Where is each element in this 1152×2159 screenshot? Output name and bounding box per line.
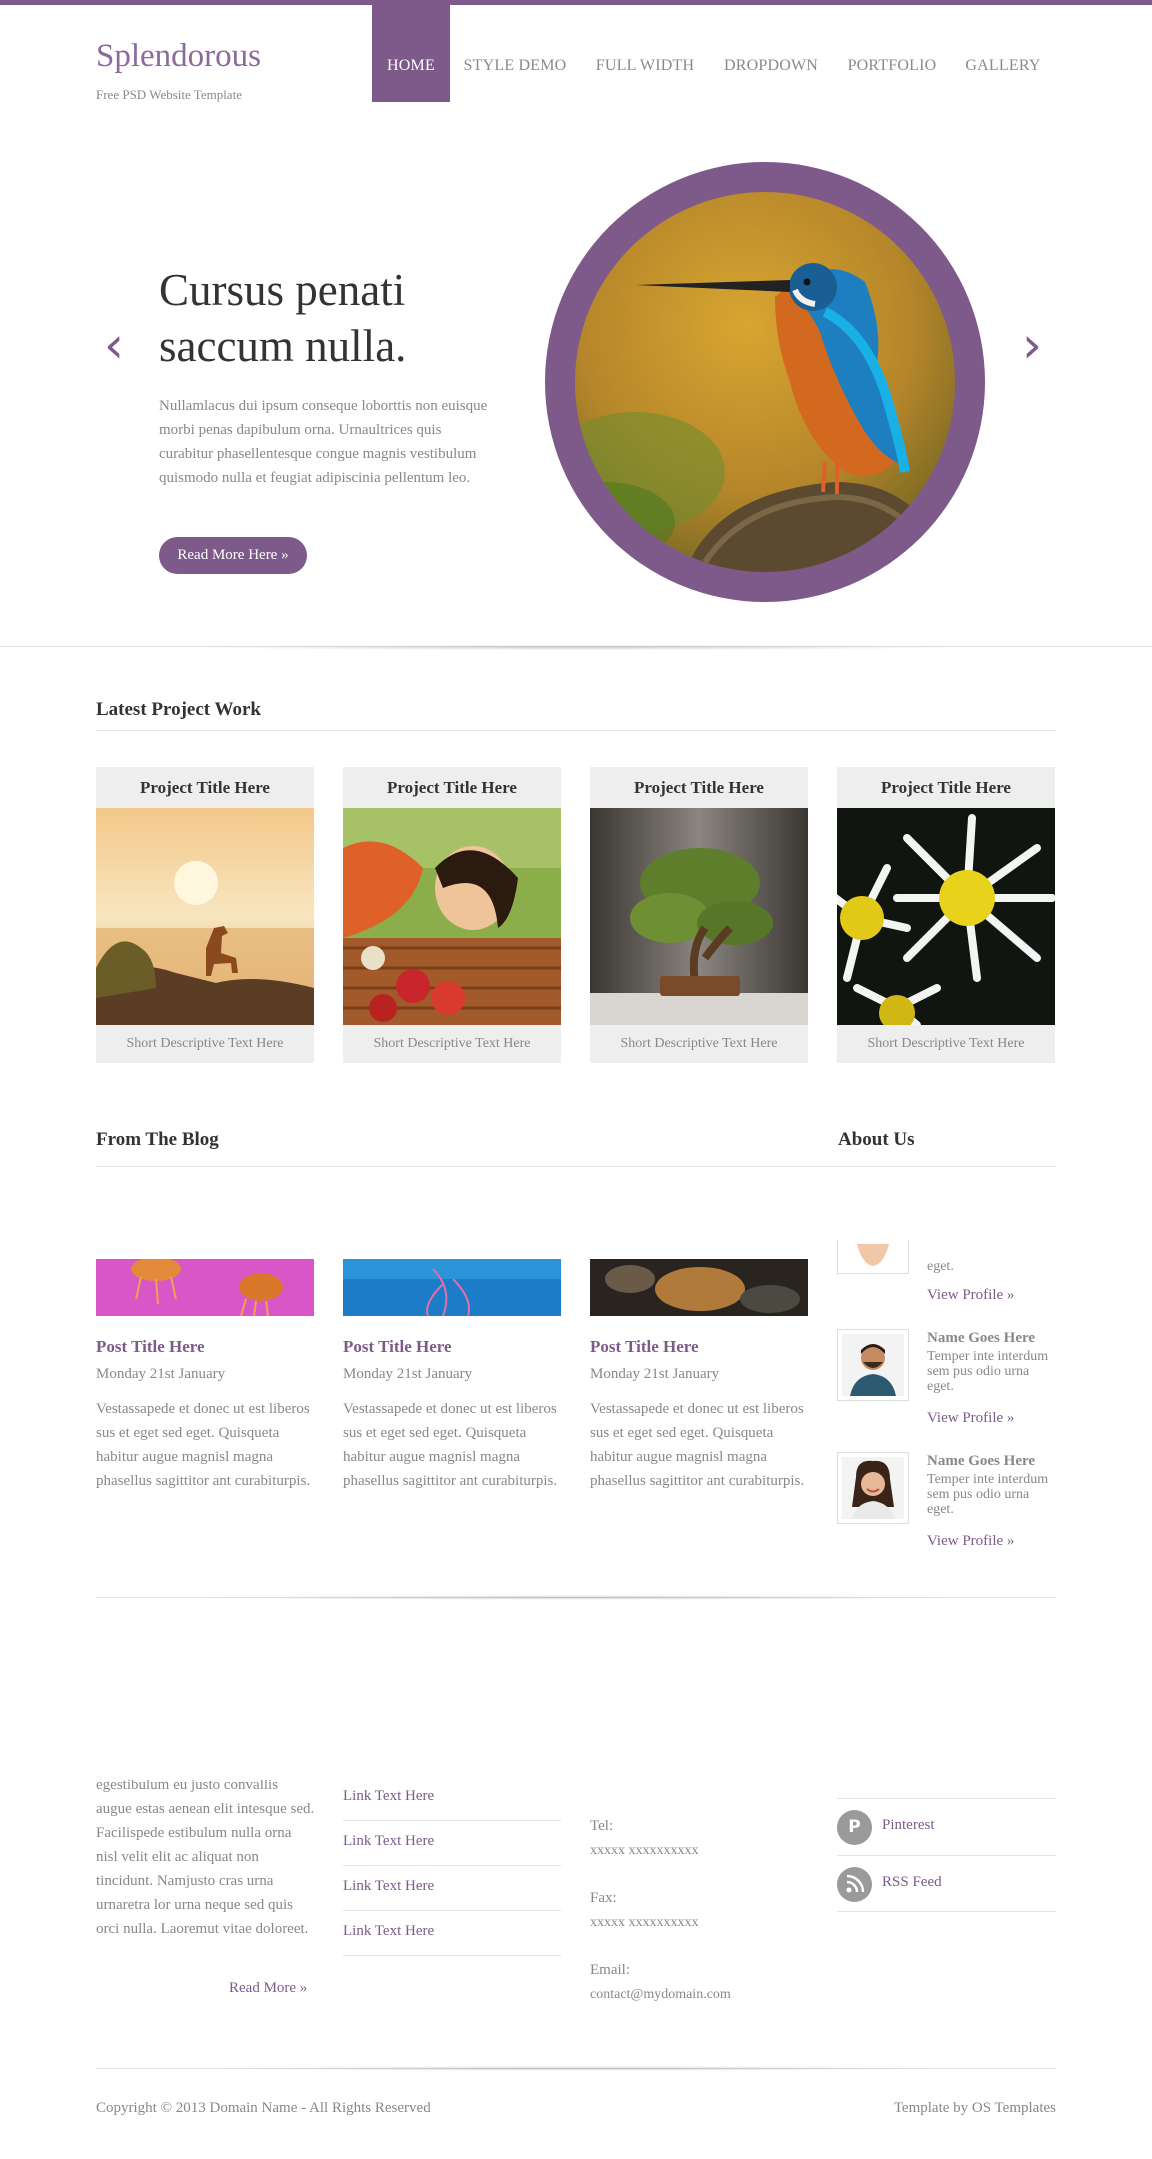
nav-portfolio[interactable]: PORTFOLIO	[843, 5, 941, 102]
contact-email-label: Email:	[590, 1962, 630, 1978]
projects-heading-rule	[96, 730, 1056, 731]
nav-full-width[interactable]: FULL WIDTH	[589, 5, 701, 102]
contact-tel-label: Tel:	[590, 1818, 614, 1834]
chevron-left-icon[interactable]: ‹	[104, 320, 124, 370]
nav-gallery[interactable]: GALLERY	[960, 5, 1046, 102]
member-text: sem pus odio urna	[927, 1364, 1030, 1379]
projects-heading: Latest Project Work	[96, 699, 261, 720]
footer-link[interactable]: Link Text Here	[343, 1776, 561, 1821]
nav-dropdown[interactable]: DROPDOWN	[717, 5, 825, 102]
template-credit[interactable]: Template by OS Templates	[883, 2100, 1056, 2117]
rss-icon[interactable]	[837, 1867, 872, 1902]
hero-image	[575, 192, 955, 572]
project-title[interactable]: Project Title Here	[837, 767, 1055, 808]
contact-tel-value: xxxxx xxxxxxxxxx	[590, 1843, 699, 1858]
footer-link[interactable]: Link Text Here	[343, 1866, 561, 1911]
post-excerpt: Vestassapede et donec ut est liberos sus…	[343, 1401, 558, 1489]
project-image-woman-apples[interactable]	[343, 808, 561, 1025]
nav-style-demo[interactable]: STYLE DEMO	[461, 5, 569, 102]
avatar[interactable]	[837, 1452, 909, 1524]
project-card[interactable]: Project Title Here Short Descriptive Tex…	[837, 767, 1055, 1063]
social-label[interactable]: Pinterest	[882, 1817, 935, 1834]
post-date: Monday 21st January	[96, 1366, 226, 1382]
project-image-daisies[interactable]	[837, 808, 1055, 1025]
member-text: eget.	[927, 1259, 954, 1274]
project-card[interactable]: Project Title Here Short Descriptive Tex…	[96, 767, 314, 1063]
pinterest-icon[interactable]: P	[837, 1810, 872, 1845]
project-image-sunset-dog[interactable]	[96, 808, 314, 1025]
view-profile-link[interactable]: View Profile »	[927, 1410, 1014, 1427]
post-date: Monday 21st January	[590, 1366, 720, 1382]
member-text: sem pus odio urna	[927, 1487, 1030, 1502]
footer-link[interactable]: Link Text Here	[343, 1911, 561, 1956]
footer-divider-shadow	[196, 2066, 956, 2071]
post-title[interactable]: Post Title Here	[343, 1337, 452, 1357]
project-desc: Short Descriptive Text Here	[373, 1036, 531, 1051]
hero-text: Nullamlacus dui ipsum conseque loborttis…	[159, 398, 488, 486]
project-desc: Short Descriptive Text Here	[126, 1036, 284, 1051]
project-desc: Short Descriptive Text Here	[867, 1036, 1025, 1051]
post-title[interactable]: Post Title Here	[590, 1337, 699, 1357]
post-excerpt: Vestassapede et donec ut est liberos sus…	[96, 1401, 311, 1489]
contact-fax-label: Fax:	[590, 1890, 617, 1906]
project-image-bonsai[interactable]	[590, 808, 808, 1025]
project-title[interactable]: Project Title Here	[343, 767, 561, 808]
contact-email-value[interactable]: contact@mydomain.com	[590, 1987, 731, 2003]
view-profile-link[interactable]: View Profile »	[927, 1287, 1014, 1304]
footer-read-more-link[interactable]: Read More »	[229, 1980, 307, 1997]
read-more-button[interactable]: Read More Here »	[159, 537, 307, 574]
blog-heading-rule	[96, 1166, 1056, 1167]
member-text: Temper inte interdum	[927, 1472, 1049, 1487]
member-text: eget.	[927, 1502, 954, 1517]
member-name: Name Goes Here	[927, 1453, 1036, 1469]
contact-fax-value: xxxxx xxxxxxxxxx	[590, 1915, 699, 1930]
member-text: Temper inte interdum	[927, 1349, 1049, 1364]
blog-image-coral[interactable]	[590, 1259, 808, 1316]
section-divider-shadow	[196, 1595, 956, 1600]
chevron-right-icon[interactable]: ›	[1022, 320, 1042, 370]
site-tagline: Free PSD Website Template	[96, 87, 242, 102]
member-name: Name Goes Here	[927, 1330, 1036, 1346]
post-title[interactable]: Post Title Here	[96, 1337, 205, 1357]
nav-home[interactable]: HOME	[372, 5, 450, 102]
avatar[interactable]	[837, 1329, 909, 1401]
footer-link[interactable]: Link Text Here	[343, 1821, 561, 1866]
social-pinterest[interactable]: P Pinterest	[837, 1798, 1056, 1855]
footer-about-clip: egestibulum eu justo convallis augue est…	[96, 1780, 316, 1968]
about-heading: About Us	[838, 1129, 915, 1150]
hero-title: Cursus penati saccum nulla.	[159, 265, 407, 371]
project-title[interactable]: Project Title Here	[96, 767, 314, 808]
project-title[interactable]: Project Title Here	[590, 767, 808, 808]
member-text: eget.	[927, 1379, 954, 1394]
view-profile-link[interactable]: View Profile »	[927, 1533, 1014, 1550]
post-excerpt: Vestassapede et donec ut est liberos sus…	[590, 1401, 805, 1489]
hero-divider-shadow	[196, 645, 956, 650]
project-card[interactable]: Project Title Here Short Descriptive Tex…	[590, 767, 808, 1063]
blog-image-underwater[interactable]	[343, 1259, 561, 1316]
project-desc: Short Descriptive Text Here	[620, 1036, 778, 1051]
blog-image-jellyfish[interactable]	[96, 1259, 314, 1316]
site-logo[interactable]: Splendorous	[96, 38, 261, 75]
social-rss[interactable]: RSS Feed	[837, 1855, 1056, 1912]
post-date: Monday 21st January	[343, 1366, 473, 1382]
copyright-text: Copyright © 2013 Domain Name - All Right…	[96, 2100, 431, 2116]
project-card[interactable]: Project Title Here Short Descriptive Tex…	[343, 767, 561, 1063]
avatar-partial[interactable]	[837, 1240, 909, 1274]
blog-heading: From The Blog	[96, 1129, 219, 1150]
footer-about-text: egestibulum eu justo convallis augue est…	[96, 1780, 315, 1937]
social-label[interactable]: RSS Feed	[882, 1874, 942, 1891]
